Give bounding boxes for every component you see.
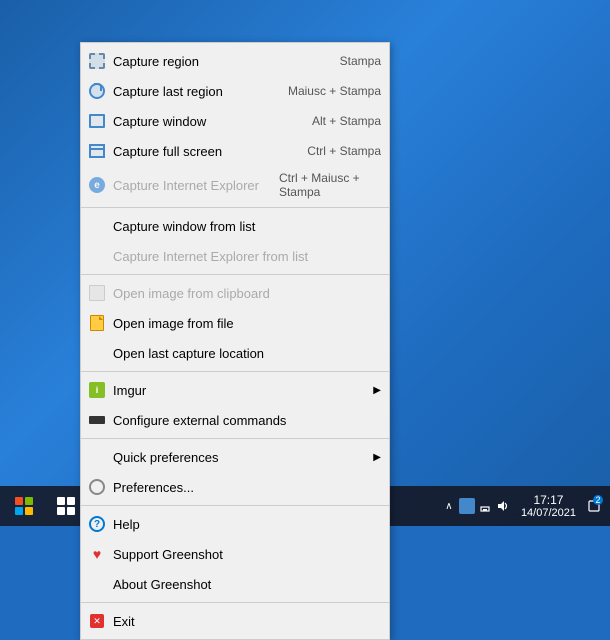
capture-region-label: Capture region <box>113 54 320 69</box>
quick-prefs-label: Quick preferences <box>113 450 365 465</box>
capture-window-shortcut: Alt + Stampa <box>312 114 381 128</box>
separator-3 <box>81 371 389 372</box>
notification-button[interactable]: 2 <box>586 493 602 519</box>
menu-item-open-last-capture[interactable]: Open last capture location <box>81 338 389 368</box>
quick-prefs-arrow: ▶ <box>373 452 381 463</box>
menu-item-quick-prefs[interactable]: Quick preferences ▶ <box>81 442 389 472</box>
no-icon-3 <box>87 343 107 363</box>
windows-icon <box>15 497 33 515</box>
tray-icons: ∧ <box>441 498 511 514</box>
context-menu: Capture region Stampa Capture last regio… <box>80 42 390 640</box>
tray-volume[interactable] <box>495 498 511 514</box>
no-icon-5 <box>87 574 107 594</box>
settings-grid-icon <box>57 497 75 515</box>
capture-ie-shortcut: Ctrl + Maiusc + Stampa <box>279 171 381 199</box>
help-label: Help <box>113 517 381 532</box>
menu-item-imgur[interactable]: i Imgur ▶ <box>81 375 389 405</box>
separator-1 <box>81 207 389 208</box>
exit-label: Exit <box>113 614 381 629</box>
menu-item-capture-ie[interactable]: e Capture Internet Explorer Ctrl + Maius… <box>81 166 389 204</box>
ie-icon: e <box>87 175 107 195</box>
network-icon <box>478 499 492 513</box>
menu-item-capture-ie-list[interactable]: Capture Internet Explorer from list <box>81 241 389 271</box>
separator-5 <box>81 505 389 506</box>
capture-ie-list-label: Capture Internet Explorer from list <box>113 249 381 264</box>
tray-chevron[interactable]: ∧ <box>441 498 457 514</box>
capture-full-screen-label: Capture full screen <box>113 144 287 159</box>
capture-window-list-label: Capture window from list <box>113 219 381 234</box>
support-label: Support Greenshot <box>113 547 381 562</box>
menu-item-open-file[interactable]: Open image from file <box>81 308 389 338</box>
clock-date: 14/07/2021 <box>521 507 576 519</box>
imgur-icon: i <box>87 380 107 400</box>
preferences-label: Preferences... <box>113 480 381 495</box>
imgur-label: Imgur <box>113 383 365 398</box>
capture-last-icon <box>87 81 107 101</box>
no-icon-4 <box>87 447 107 467</box>
menu-item-support[interactable]: ♥ Support Greenshot <box>81 539 389 569</box>
capture-last-region-label: Capture last region <box>113 84 268 99</box>
prefs-icon <box>87 477 107 497</box>
tray-network[interactable] <box>477 498 493 514</box>
desktop: Capture region Stampa Capture last regio… <box>0 0 610 526</box>
about-label: About Greenshot <box>113 577 381 592</box>
separator-2 <box>81 274 389 275</box>
menu-item-capture-window-list[interactable]: Capture window from list <box>81 211 389 241</box>
image-clipboard-icon <box>87 283 107 303</box>
configure-icon <box>87 410 107 430</box>
help-icon: ? <box>87 514 107 534</box>
open-file-label: Open image from file <box>113 316 381 331</box>
menu-item-capture-full-screen[interactable]: Capture full screen Ctrl + Stampa <box>81 136 389 166</box>
region-icon <box>87 51 107 71</box>
clock[interactable]: 17:17 14/07/2021 <box>515 493 582 519</box>
menu-item-exit[interactable]: Exit <box>81 606 389 636</box>
window-icon <box>87 111 107 131</box>
menu-item-configure-external[interactable]: Configure external commands <box>81 405 389 435</box>
no-icon-1 <box>87 216 107 236</box>
taskbar-right: ∧ <box>441 493 606 519</box>
capture-full-screen-shortcut: Ctrl + Stampa <box>307 144 381 158</box>
greenshot-tray-icon <box>459 498 475 514</box>
tray-greenshot[interactable] <box>459 498 475 514</box>
separator-4 <box>81 438 389 439</box>
open-clipboard-label: Open image from clipboard <box>113 286 381 301</box>
open-last-capture-label: Open last capture location <box>113 346 381 361</box>
menu-item-capture-region[interactable]: Capture region Stampa <box>81 46 389 76</box>
menu-item-open-clipboard[interactable]: Open image from clipboard <box>81 278 389 308</box>
menu-item-preferences[interactable]: Preferences... <box>81 472 389 502</box>
image-file-icon <box>87 313 107 333</box>
menu-item-about[interactable]: About Greenshot <box>81 569 389 599</box>
separator-6 <box>81 602 389 603</box>
notification-badge: 2 <box>593 495 603 505</box>
capture-window-label: Capture window <box>113 114 292 129</box>
no-icon-2 <box>87 246 107 266</box>
fullscreen-icon <box>87 141 107 161</box>
menu-item-capture-window[interactable]: Capture window Alt + Stampa <box>81 106 389 136</box>
capture-region-shortcut: Stampa <box>340 54 381 68</box>
start-button[interactable] <box>4 487 44 525</box>
heart-icon: ♥ <box>87 544 107 564</box>
capture-last-region-shortcut: Maiusc + Stampa <box>288 84 381 98</box>
volume-icon <box>496 499 510 513</box>
exit-icon <box>87 611 107 631</box>
clock-time: 17:17 <box>533 493 563 507</box>
imgur-arrow: ▶ <box>373 385 381 396</box>
chevron-up-icon: ∧ <box>445 501 452 512</box>
configure-external-label: Configure external commands <box>113 413 381 428</box>
menu-item-capture-last-region[interactable]: Capture last region Maiusc + Stampa <box>81 76 389 106</box>
capture-ie-label: Capture Internet Explorer <box>113 178 259 193</box>
menu-item-help[interactable]: ? Help <box>81 509 389 539</box>
